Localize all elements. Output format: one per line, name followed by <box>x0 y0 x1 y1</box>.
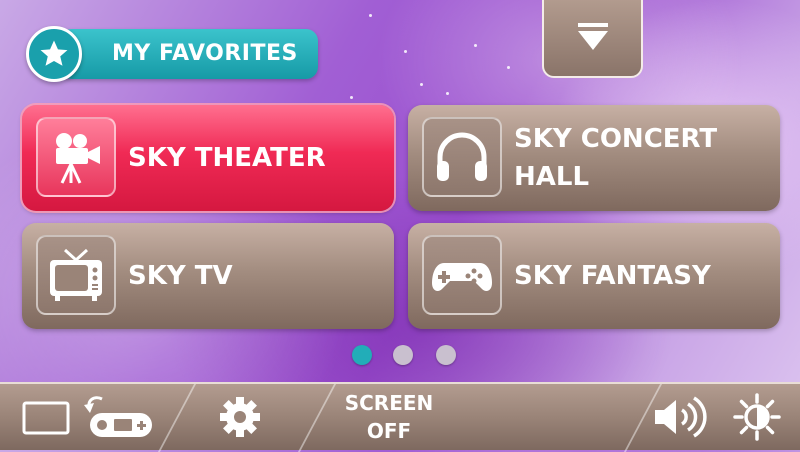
my-favorites-label: MY FAVORITES <box>112 41 298 66</box>
tile-sky-concert-hall[interactable]: SKY CONCERT HALL <box>408 105 780 211</box>
tile-sky-tv[interactable]: SKY TV <box>22 223 394 329</box>
page-dot-3[interactable] <box>436 345 456 365</box>
screen-off-label-line2: OFF <box>366 419 412 443</box>
settings-button[interactable] <box>200 384 280 450</box>
brightness-button[interactable] <box>722 384 792 450</box>
gamepad-icon <box>422 235 502 315</box>
brightness-icon <box>733 393 781 441</box>
star-icon <box>26 26 82 82</box>
tile-label: SKY THEATER <box>128 143 326 173</box>
collapse-down-button[interactable] <box>542 0 643 78</box>
screen-off-label-line1: SCREEN <box>344 391 434 415</box>
volume-icon <box>655 396 707 438</box>
gear-icon <box>220 397 260 437</box>
my-favorites-button[interactable]: MY FAVORITES <box>26 26 318 82</box>
screen-off-button[interactable]: SCREEN OFF <box>326 384 452 450</box>
switch-device-button[interactable] <box>18 384 158 450</box>
switch-device-icon <box>22 396 152 437</box>
tile-label: SKY FANTASY <box>514 261 711 291</box>
tile-sky-theater[interactable]: SKY THEATER <box>22 105 394 211</box>
tile-label: SKY TV <box>128 261 233 291</box>
page-dot-1[interactable] <box>352 345 372 365</box>
triangle-down-icon <box>577 23 608 50</box>
movie-camera-icon <box>36 117 116 197</box>
page-dot-2[interactable] <box>393 345 413 365</box>
tv-icon <box>36 235 116 315</box>
tile-sky-fantasy[interactable]: SKY FANTASY <box>408 223 780 329</box>
headphones-icon <box>422 117 502 197</box>
bottom-bar: SCREEN OFF <box>0 382 800 452</box>
tile-label: SKY CONCERT HALL <box>514 124 718 192</box>
volume-button[interactable] <box>644 384 714 450</box>
